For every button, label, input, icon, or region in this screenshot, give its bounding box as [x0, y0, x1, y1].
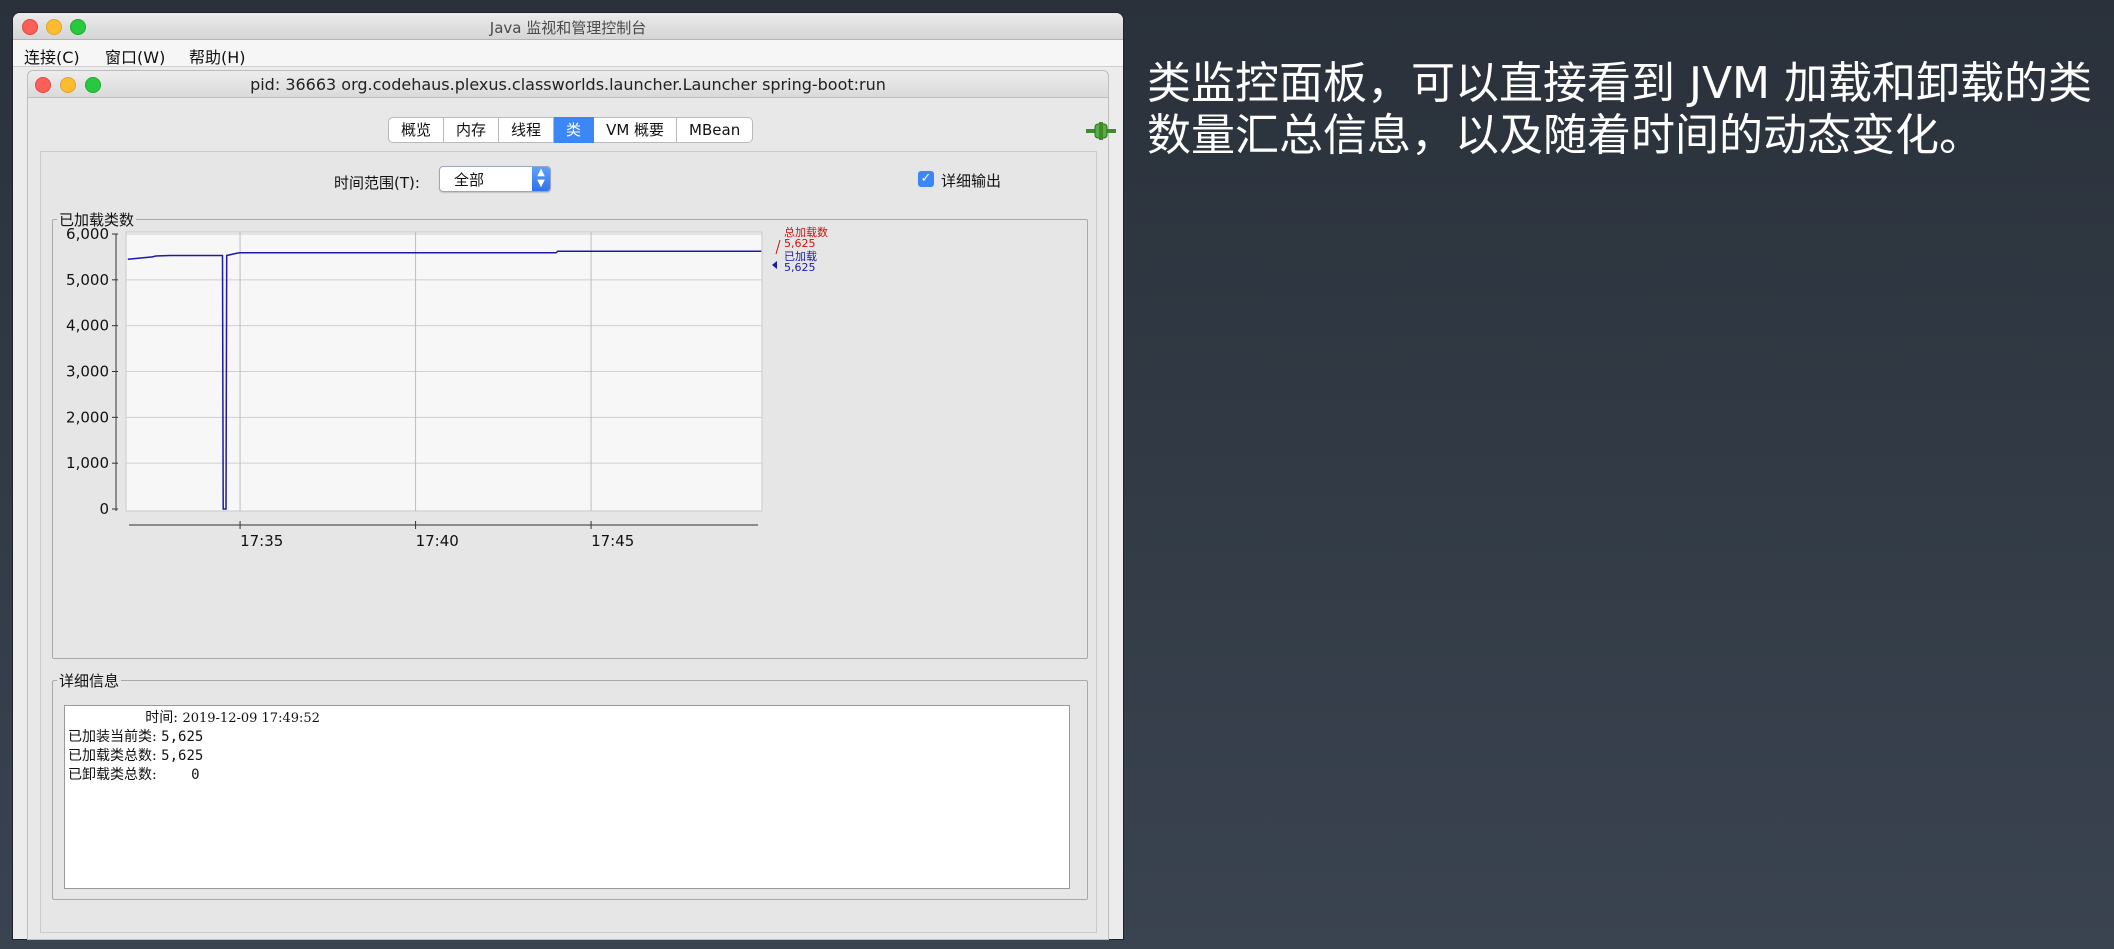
y-tick-label: 1,000 [66, 454, 109, 472]
detail-current: 已加装当前类: 5,625 [68, 726, 203, 746]
tab-overview[interactable]: 概览 [388, 117, 445, 143]
window-title: Java 监视和管理控制台 [489, 19, 647, 37]
detail-total-loaded: 已加载类总数: 5,625 [68, 745, 203, 765]
x-tick-label: 17:45 [591, 532, 634, 550]
tab-classes[interactable]: 类 [554, 117, 595, 143]
y-tick-label: 5,000 [66, 271, 109, 289]
menu-help[interactable]: 帮助(H) [189, 44, 246, 68]
loaded-classes-chart: 0 1,000 2,000 3,000 4,000 5,000 6,000 17:35 17:4… [66, 226, 828, 550]
x-tick-label: 17:40 [416, 532, 459, 550]
tab-vm-summary[interactable]: VM 概要 [594, 117, 678, 143]
legend-value: 5,625 [784, 261, 816, 274]
time-range-value: 全部 [454, 171, 485, 189]
details-box: 时间: 2019-12-09 17:49:52 已加装当前类: 5,625 已加… [64, 705, 1070, 889]
legend-pointer-red [775, 239, 781, 255]
tab-bar: 概览 内存 线程 类 VM 概要 MBean [388, 117, 754, 143]
inner-titlebar: pid: 36663 org.codehaus.plexus.classworl… [28, 71, 1108, 98]
annotation-text: 类监控面板，可以直接看到 JVM 加载和卸载的类数量汇总信息，以及随着时间的动态… [1147, 58, 2093, 161]
outer-window: Java 监视和管理控制台 连接(C) 窗口(W) 帮助(H) pid: 366… [13, 13, 1123, 940]
menubar: 连接(C) 窗口(W) 帮助(H) [13, 40, 1123, 67]
detail-time-label: 时间: [145, 710, 178, 726]
inner-window: pid: 36663 org.codehaus.plexus.classworl… [27, 70, 1116, 940]
select-arrows-icon: ▲ ▼ [532, 167, 550, 191]
y-tick-label: 0 [99, 500, 109, 518]
detail-current-label: 已加装当前类: [68, 729, 157, 745]
verbose-output-checkbox[interactable]: ✓ [918, 171, 934, 187]
y-tick-label: 4,000 [66, 317, 109, 335]
detail-total-unloaded-value: 0 [191, 767, 200, 783]
detail-total-unloaded-label: 已卸载类总数: [68, 767, 157, 783]
detail-time-value: 2019-12-09 17:49:52 [182, 711, 320, 726]
legend-value: 5,625 [784, 237, 816, 250]
y-tick-label: 2,000 [66, 408, 109, 426]
chart-legend: 总加载数5,625已加载5,625 [772, 226, 828, 274]
y-tick-label: 6,000 [66, 226, 109, 243]
inner-window-title: pid: 36663 org.codehaus.plexus.classworl… [250, 75, 886, 94]
tab-threads[interactable]: 线程 [499, 117, 555, 143]
y-tick-label: 3,000 [66, 363, 109, 381]
tab-memory[interactable]: 内存 [444, 117, 500, 143]
connection-plug-icon[interactable] [1086, 122, 1116, 140]
outer-titlebar: Java 监视和管理控制台 [13, 13, 1123, 40]
detail-total-loaded-value: 5,625 [161, 748, 204, 764]
x-tick-label: 17:35 [240, 532, 283, 550]
detail-time: 时间: 2019-12-09 17:49:52 [68, 707, 320, 727]
verbose-output-label: 详细输出 [941, 172, 1002, 190]
detail-total-loaded-label: 已加载类总数: [68, 748, 157, 764]
tab-mbean[interactable]: MBean [677, 117, 754, 143]
detail-total-unloaded: 已卸载类总数: 0 [68, 764, 200, 784]
time-range-select[interactable]: 全部 ▲ ▼ [439, 166, 551, 192]
details-group-label: 详细信息 [59, 672, 120, 690]
detail-current-value: 5,625 [161, 729, 204, 745]
legend-pointer-blue [772, 261, 777, 269]
menu-window[interactable]: 窗口(W) [105, 44, 165, 68]
menu-connect[interactable]: 连接(C) [24, 44, 80, 68]
time-range-label: 时间范围(T): [334, 174, 420, 192]
